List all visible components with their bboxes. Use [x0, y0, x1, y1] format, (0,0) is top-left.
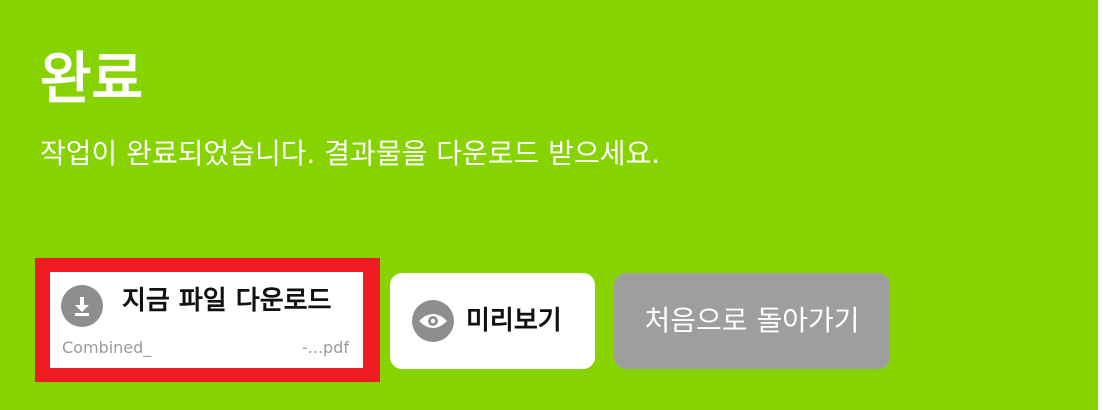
preview-button-label: 미리보기: [466, 306, 562, 336]
preview-button[interactable]: 미리보기: [390, 273, 595, 369]
back-to-start-label: 처음으로 돌아가기: [644, 304, 860, 337]
back-to-start-button[interactable]: 처음으로 돌아가기: [614, 273, 890, 369]
page-title: 완료: [40, 47, 144, 112]
page-subtitle: 작업이 완료되었습니다. 결과물을 다운로드 받으세요.: [40, 137, 661, 170]
file-name-end: -...pdf: [302, 338, 349, 357]
download-icon: [61, 285, 103, 327]
download-button-label: 지금 파일 다운로드: [122, 286, 332, 316]
completion-panel: 완료 작업이 완료되었습니다. 결과물을 다운로드 받으세요. 지금 파일 다운…: [0, 0, 1098, 410]
eye-icon: [412, 300, 454, 342]
download-button[interactable]: 지금 파일 다운로드 Combined_ -...pdf: [50, 272, 363, 368]
file-name-start: Combined_: [62, 338, 152, 357]
